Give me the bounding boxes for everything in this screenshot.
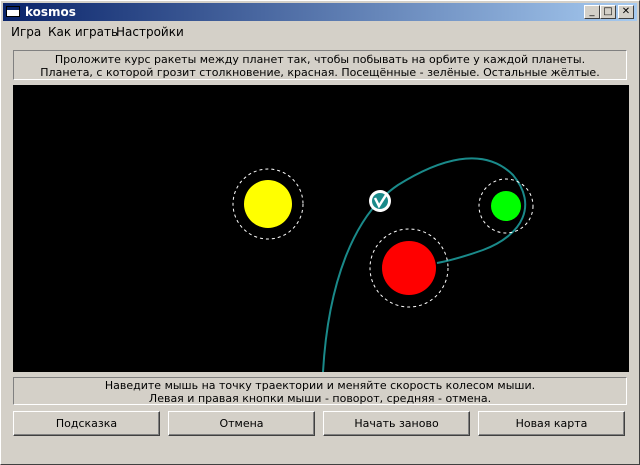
planet (244, 180, 292, 228)
restart-button[interactable]: Начать заново (323, 411, 470, 436)
planet (382, 241, 436, 295)
window-title: kosmos (25, 5, 76, 19)
title-bar[interactable]: kosmos _ □ ✕ (3, 3, 637, 21)
app-window: kosmos _ □ ✕ Игра Как играть Настройки П… (0, 0, 640, 465)
space-canvas[interactable] (13, 85, 629, 373)
planet (491, 191, 521, 221)
instructions-line-2: Планета, с которой грозит столкновение, … (40, 66, 600, 79)
rocket-icon[interactable] (369, 190, 391, 212)
planet-red[interactable] (369, 228, 449, 308)
menu-settings[interactable]: Настройки (116, 25, 184, 39)
instructions-line-1: Проложите курс ракеты между планет так, … (54, 53, 586, 66)
window-icon (6, 6, 20, 17)
planet-yellow[interactable] (232, 168, 304, 240)
minimize-button[interactable]: _ (584, 5, 600, 19)
menu-bar: Игра Как играть Настройки (3, 23, 637, 41)
space-map[interactable] (13, 85, 629, 373)
menu-how-to-play[interactable]: Как играть (48, 25, 118, 39)
undo-button[interactable]: Отмена (168, 411, 315, 436)
close-button[interactable]: ✕ (618, 5, 634, 19)
new-map-button[interactable]: Новая карта (478, 411, 625, 436)
hint-line-2: Левая и правая кнопки мыши - поворот, ср… (148, 392, 492, 405)
instructions-panel: Проложите курс ракеты между планет так, … (13, 50, 627, 80)
hint-button[interactable]: Подсказка (13, 411, 160, 436)
hint-line-1: Наведите мышь на точку траектории и меня… (104, 379, 536, 392)
hint-panel: Наведите мышь на точку траектории и меня… (13, 377, 627, 405)
menu-game[interactable]: Игра (11, 25, 41, 39)
maximize-button[interactable]: □ (600, 5, 616, 19)
